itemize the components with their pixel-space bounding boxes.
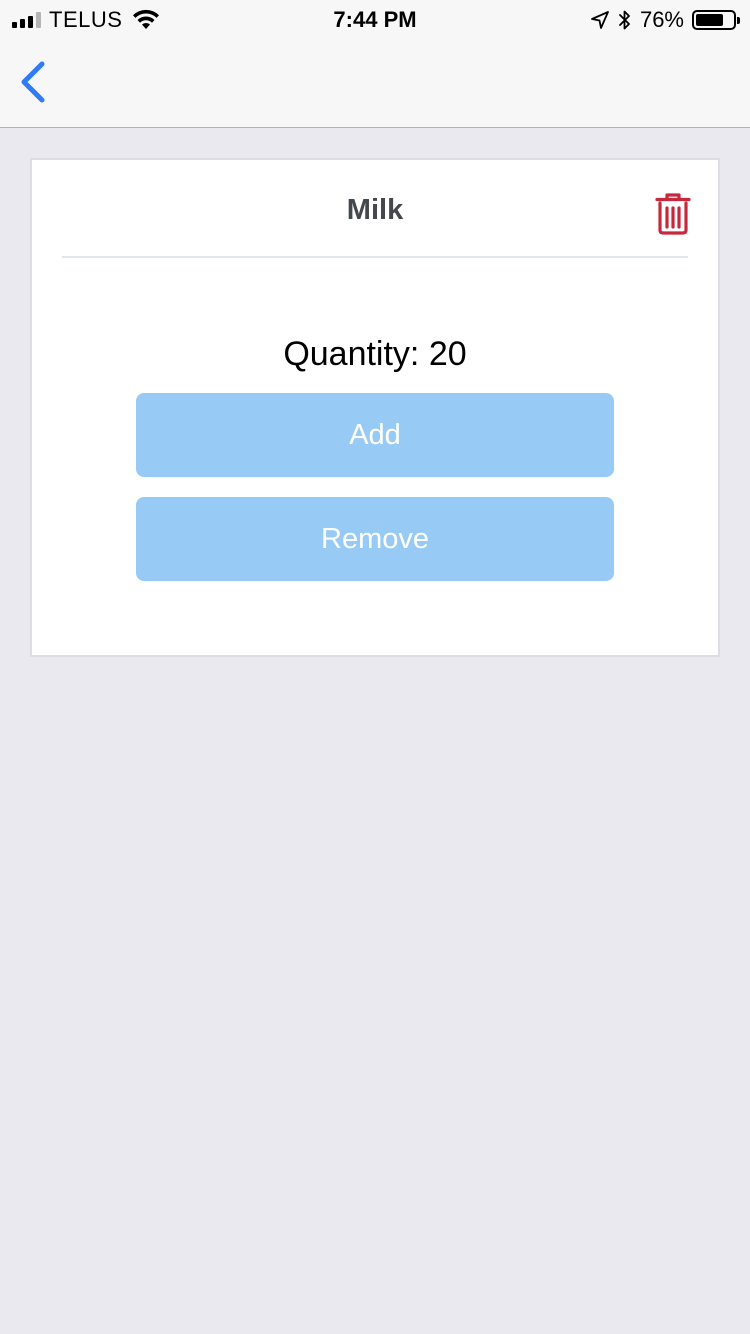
navigation-bar (0, 40, 750, 128)
quantity-value: 20 (428, 335, 467, 373)
delete-button[interactable] (654, 192, 692, 236)
battery-icon (692, 10, 740, 30)
quantity-display: Quantity: 20 (32, 334, 718, 374)
remove-button[interactable]: Remove (136, 497, 614, 581)
status-bar: TELUS 7:44 PM 76% (0, 0, 750, 40)
item-title: Milk (346, 194, 404, 226)
item-card: Milk Quantity: 20 Add Remove (30, 158, 720, 657)
back-button[interactable] (14, 58, 58, 108)
card-divider (62, 256, 688, 258)
trash-icon (655, 193, 691, 235)
battery-percent: 76% (639, 7, 684, 32)
quantity-label: Quantity: (283, 335, 420, 373)
chevron-left-icon (21, 61, 45, 103)
add-button[interactable]: Add (136, 393, 614, 477)
location-arrow-icon (591, 11, 609, 29)
battery-fill (696, 14, 723, 26)
bluetooth-icon (619, 10, 630, 30)
status-right: 76% (590, 6, 740, 34)
